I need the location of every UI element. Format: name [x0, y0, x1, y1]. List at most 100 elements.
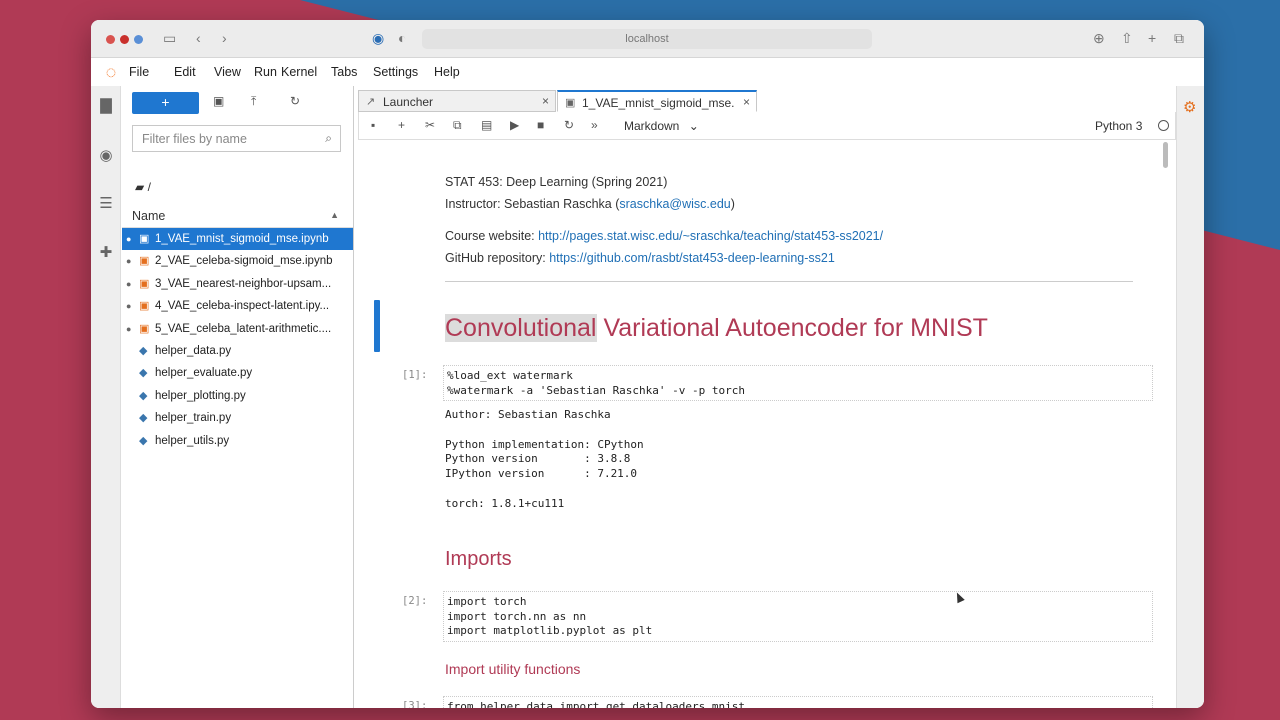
upload-icon[interactable]: ⤒	[251, 94, 256, 109]
breadcrumb-root: /	[147, 180, 151, 194]
list-item[interactable]: ● ▣ 1_VAE_mnist_sigmoid_mse.ipynb	[122, 228, 353, 251]
save-icon[interactable]: ▪	[371, 118, 375, 132]
list-item[interactable]: ● ▣ 4_VAE_celeba-inspect-latent.ipy...	[122, 295, 353, 317]
search-icon: ⌕	[325, 131, 332, 145]
folder-icon: ▰	[135, 180, 145, 194]
file-name: 3_VAE_nearest-neighbor-upsam...	[155, 277, 332, 290]
cell-type-select[interactable]: Markdown ⌄	[624, 119, 699, 133]
download-icon[interactable]: ⊕	[1093, 30, 1105, 47]
fast-forward-icon[interactable]: »	[591, 118, 598, 132]
shield-icon[interactable]: ◐	[398, 30, 406, 46]
list-item[interactable]: ◆ helper_evaluate.py	[122, 362, 353, 384]
code-cell-2[interactable]: import torch import torch.nn as nn impor…	[443, 591, 1153, 642]
file-list: ● ▣ 1_VAE_mnist_sigmoid_mse.ipynb ● ▣ 2_VAE_…	[122, 228, 353, 452]
list-item[interactable]: ● ▣ 2_VAE_celeba-sigmoid_mse.ipynb	[122, 250, 353, 272]
tab-overview-icon[interactable]: ⧉	[1174, 30, 1184, 47]
sort-ascending-icon: ▲	[330, 210, 339, 220]
menu-run[interactable]: Run	[254, 65, 277, 79]
tab-launcher[interactable]: ↗ Launcher ×	[358, 90, 556, 112]
launcher-icon: ↗	[366, 96, 376, 108]
kernel-status-icon	[1158, 120, 1169, 131]
breadcrumb[interactable]: ▰ /	[135, 180, 151, 194]
run-icon[interactable]: ▶	[510, 118, 519, 132]
open-indicator-icon: ●	[126, 256, 132, 267]
toc-icon[interactable]: ☰	[96, 194, 116, 214]
section-heading-imports: Imports	[445, 548, 512, 570]
extension-icon[interactable]: ✚	[96, 243, 116, 263]
scrollbar[interactable]	[1163, 142, 1168, 168]
tab-notebook[interactable]: ▣ 1_VAE_mnist_sigmoid_mse. ×	[557, 90, 757, 112]
filter-input[interactable]: Filter files by name ⌕	[132, 125, 341, 152]
list-item[interactable]: ● ▣ 5_VAE_celeba_latent-arithmetic....	[122, 318, 353, 340]
open-indicator-icon: ●	[126, 278, 132, 289]
new-launcher-button[interactable]: +	[132, 92, 199, 114]
tab-label: Launcher	[383, 95, 434, 109]
github-link[interactable]: https://github.com/rasbt/stat453-deep-le…	[549, 251, 835, 265]
menu-tabs[interactable]: Tabs	[331, 65, 357, 79]
notebook-panel[interactable]: STAT 453: Deep Learning (Spring 2021) In…	[358, 140, 1176, 708]
markdown-text: GitHub repository: https://github.com/ra…	[445, 251, 835, 265]
address-bar[interactable]: localhost	[422, 29, 872, 49]
new-folder-icon[interactable]: ▣	[213, 94, 224, 108]
menu-view[interactable]: View	[214, 65, 241, 79]
text-fragment: Instructor: Sebastian Raschka (	[445, 197, 620, 211]
close-window-button[interactable]	[106, 35, 115, 44]
tab-bar: ↗ Launcher × ▣ 1_VAE_mnist_sigmoid_mse. …	[358, 90, 1176, 112]
browser-titlebar: ▭ ‹ › ◉ ◐ localhost ⊕ ⇧ + ⧉	[91, 20, 1204, 58]
cell-prompt: [2]:	[402, 595, 428, 607]
open-indicator-icon: ●	[126, 301, 132, 312]
email-link[interactable]: sraschka@wisc.edu	[619, 197, 730, 211]
minimize-window-button[interactable]	[120, 35, 129, 44]
list-item[interactable]: ◆ helper_plotting.py	[122, 385, 353, 407]
list-item[interactable]: ● ▣ 3_VAE_nearest-neighbor-upsam...	[122, 273, 353, 295]
column-header-name[interactable]: Name ▲	[122, 206, 353, 228]
file-browser: + ▣ ⤒ ↻ Filter files by name ⌕ ▰ / Name …	[122, 86, 354, 708]
code-cell-3[interactable]: from helper_data import get_dataloaders_…	[443, 696, 1153, 708]
list-item[interactable]: ◆ helper_train.py	[122, 407, 353, 429]
text-fragment: )	[730, 197, 735, 211]
notebook-icon: ▣	[139, 322, 150, 335]
cut-icon[interactable]: ✂	[425, 118, 435, 132]
url-text: localhost	[625, 33, 669, 45]
running-icon[interactable]: ◉	[96, 146, 116, 166]
menu-kernel[interactable]: Kernel	[281, 65, 317, 79]
title-highlight: Convolutional	[445, 314, 597, 342]
kernel-name[interactable]: Python 3	[1095, 119, 1142, 133]
menu-settings[interactable]: Settings	[373, 65, 418, 79]
privacy-report-icon[interactable]: ◉	[372, 30, 384, 47]
notebook-icon: ▣	[565, 97, 576, 109]
paste-icon[interactable]: ▤	[481, 118, 492, 132]
code-cell-1[interactable]: %load_ext watermark %watermark -a 'Sebas…	[443, 365, 1153, 401]
folder-icon[interactable]: ▇	[96, 96, 116, 116]
back-icon[interactable]: ‹	[196, 30, 201, 46]
close-icon[interactable]: ×	[743, 95, 750, 109]
menu-help[interactable]: Help	[434, 65, 460, 79]
file-name: helper_evaluate.py	[155, 367, 253, 380]
stop-icon[interactable]: ■	[537, 118, 544, 132]
course-website-link[interactable]: http://pages.stat.wisc.edu/~sraschka/tea…	[538, 229, 883, 243]
title-rest: Variational Autoencoder for MNIST	[596, 314, 988, 342]
insert-cell-icon[interactable]: +	[398, 118, 405, 132]
markdown-text: Instructor: Sebastian Raschka (sraschka@…	[445, 197, 735, 211]
jupyter-logo-icon: ◌	[105, 62, 117, 82]
new-tab-icon[interactable]: +	[1148, 30, 1156, 46]
share-icon[interactable]: ⇧	[1121, 30, 1133, 47]
filter-placeholder: Filter files by name	[142, 132, 247, 146]
forward-icon[interactable]: ›	[222, 30, 227, 46]
page-title: Convolutional Variational Autoencoder fo…	[445, 314, 988, 343]
list-item[interactable]: ◆ helper_data.py	[122, 340, 353, 362]
list-item[interactable]: ◆ helper_utils.py	[122, 430, 353, 452]
text-fragment: GitHub repository:	[445, 251, 550, 265]
refresh-icon[interactable]: ↻	[290, 94, 300, 108]
menu-file[interactable]: File	[129, 65, 149, 79]
property-inspector-gear-icon[interactable]: ⚙	[1183, 98, 1196, 116]
section-heading-utility: Import utility functions	[445, 661, 581, 677]
copy-icon[interactable]: ⧉	[453, 118, 462, 133]
file-name: helper_train.py	[155, 412, 232, 425]
cell-type-value: Markdown	[624, 119, 680, 133]
menu-edit[interactable]: Edit	[174, 65, 196, 79]
sidebar-toggle-icon[interactable]: ▭	[163, 30, 176, 47]
zoom-window-button[interactable]	[134, 35, 143, 44]
restart-icon[interactable]: ↻	[564, 118, 574, 132]
close-icon[interactable]: ×	[542, 94, 549, 108]
